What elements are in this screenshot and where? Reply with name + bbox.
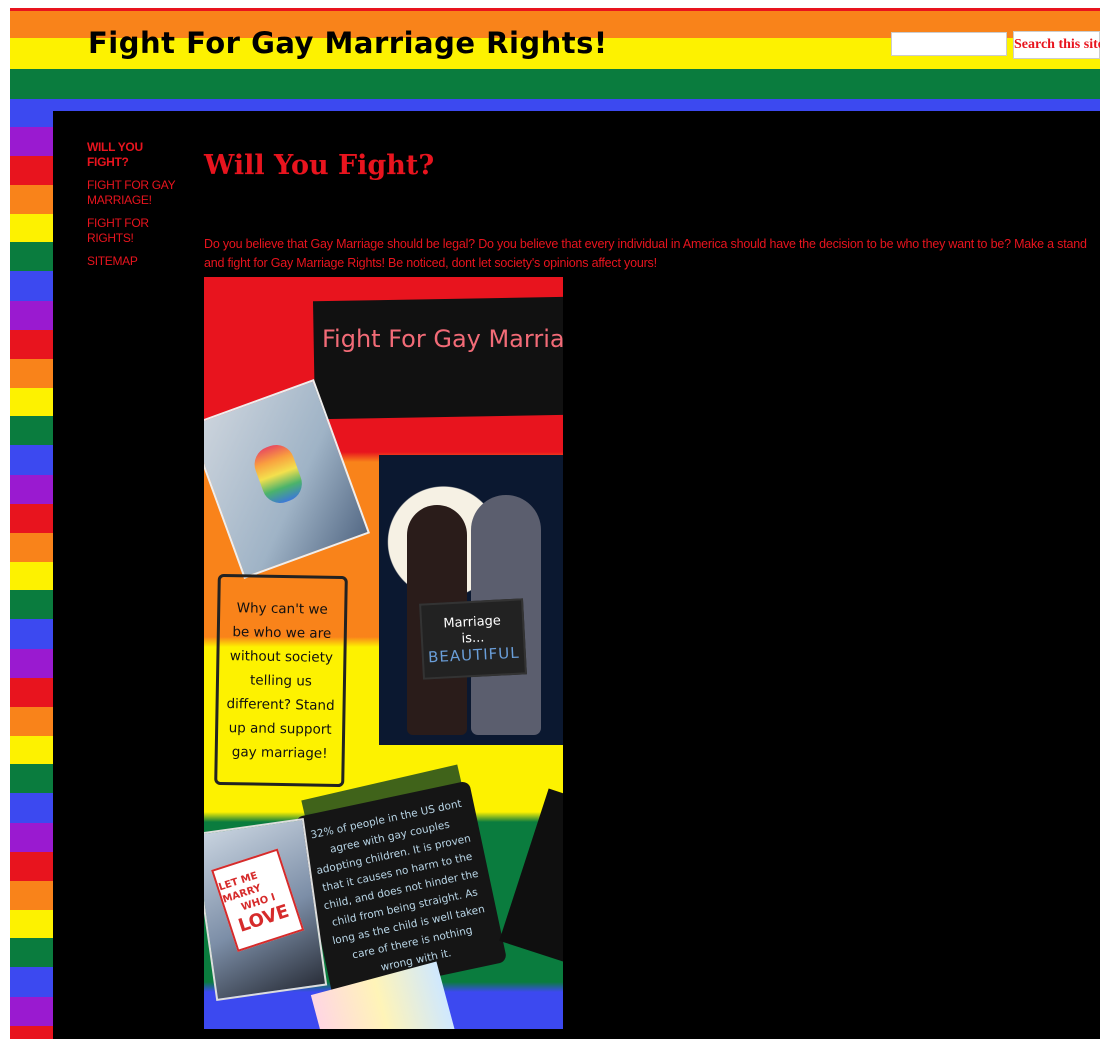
search-input[interactable] — [891, 32, 1007, 56]
marriage-sign: Marriage is... BEAUTIFUL — [419, 598, 527, 680]
quote-text: Why can't we be who we are without socie… — [226, 599, 335, 762]
nav-item-fight-for-gay-marriage[interactable]: FIGHT FOR GAY MARRIAGE! — [87, 178, 187, 208]
header-stripe-green — [10, 69, 1100, 99]
protest-sign: LET ME MARRY WHO I LOVE — [211, 848, 305, 952]
site-title[interactable]: Fight For Gay Marriage Rights! — [88, 26, 608, 60]
couple-photo: Marriage is... BEAUTIFUL — [379, 455, 563, 745]
nav-item-fight-for-rights[interactable]: FIGHT FOR RIGHTS! — [87, 216, 187, 246]
poster-image: Fight For Gay Marriage R Marriage is... … — [204, 277, 563, 1029]
nav-item-will-you-fight[interactable]: WILL YOU FIGHT? — [87, 140, 187, 170]
sidebar-nav: WILL YOU FIGHT? FIGHT FOR GAY MARRIAGE! … — [87, 140, 187, 277]
search-button[interactable]: Search this site — [1013, 31, 1100, 59]
poster-title: Fight For Gay Marriage R — [322, 325, 563, 353]
rainbow-side-bar — [10, 111, 53, 1039]
stat-card: 32% of people in the US dont agree with … — [294, 780, 508, 999]
black-card — [499, 788, 563, 966]
poster-banner — [312, 296, 563, 420]
stat-text: 32% of people in the US dont agree with … — [309, 797, 486, 974]
sign-line-1: Marriage — [443, 613, 502, 632]
intro-paragraph: Do you believe that Gay Marriage should … — [204, 237, 1087, 270]
quote-box: Why can't we be who we are without socie… — [214, 573, 348, 788]
header-stripe-blue — [10, 99, 1100, 111]
page-title: Will You Fight? — [204, 150, 435, 181]
nav-item-sitemap[interactable]: SITEMAP — [87, 254, 187, 269]
sign-line-3: BEAUTIFUL — [427, 643, 521, 667]
painted-hands — [249, 439, 307, 509]
